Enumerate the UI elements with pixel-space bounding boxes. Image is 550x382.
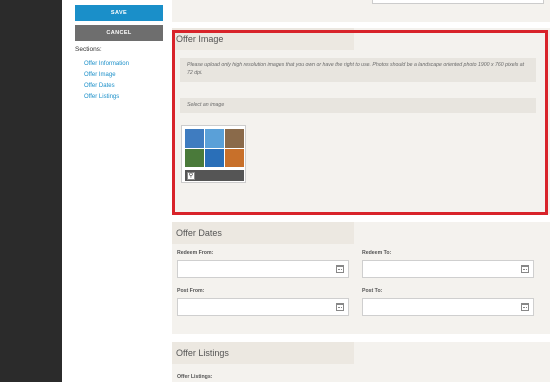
offer-listings-title: Offer Listings: [172, 342, 354, 364]
offer-dates-title: Offer Dates: [172, 222, 354, 244]
section-link-offer-listings[interactable]: Offer Listings: [84, 94, 119, 100]
calendar-icon[interactable]: [336, 265, 344, 273]
offer-listings-label: Offer Listings:: [177, 374, 213, 380]
calendar-icon[interactable]: [336, 303, 344, 311]
left-dark-rail: [0, 0, 62, 382]
post-to-label: Post To:: [362, 288, 383, 294]
offer-information-panel-end: [172, 0, 550, 22]
sidebar: SAVE CANCEL Sections: Offer Information …: [62, 0, 166, 382]
post-to-input[interactable]: [362, 298, 534, 316]
redeem-from-input[interactable]: [177, 260, 349, 278]
redeem-to-label: Redeem To:: [362, 250, 392, 256]
save-button[interactable]: SAVE: [75, 5, 163, 21]
offer-dates-panel: Offer Dates Redeem From: Redeem To: Post…: [172, 222, 550, 334]
calendar-icon[interactable]: [521, 303, 529, 311]
section-link-offer-image[interactable]: Offer Image: [84, 72, 116, 78]
highlight-outline: [172, 30, 548, 215]
sections-label: Sections:: [75, 46, 102, 53]
post-from-input[interactable]: [177, 298, 349, 316]
offer-listings-panel: Offer Listings Offer Listings:: [172, 342, 550, 382]
calendar-icon[interactable]: [521, 265, 529, 273]
cancel-button[interactable]: CANCEL: [75, 25, 163, 41]
section-link-offer-information[interactable]: Offer Information: [84, 61, 129, 67]
description-textarea[interactable]: [372, 0, 544, 4]
redeem-from-label: Redeem From:: [177, 250, 214, 256]
section-link-offer-dates[interactable]: Offer Dates: [84, 83, 115, 89]
redeem-to-input[interactable]: [362, 260, 534, 278]
post-from-label: Post From:: [177, 288, 205, 294]
